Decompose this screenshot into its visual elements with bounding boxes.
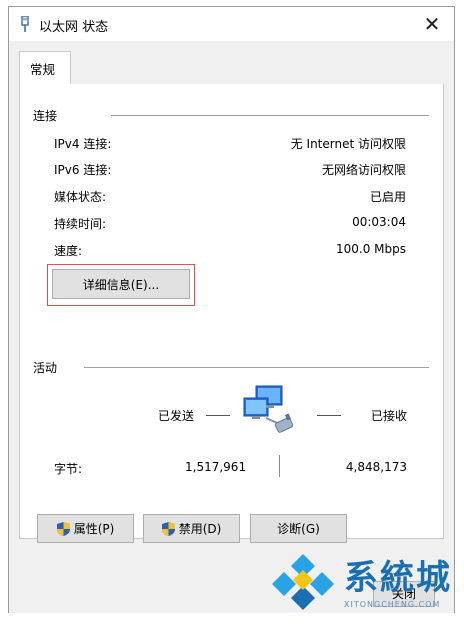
close-icon[interactable]: ✕ xyxy=(420,12,444,36)
window-title: 以太网 状态 xyxy=(39,20,109,35)
connection-divider xyxy=(111,115,429,116)
media-state-value: 已启用 xyxy=(369,190,406,204)
sent-label: 已发送 xyxy=(158,409,195,423)
shield-icon xyxy=(161,521,175,536)
tab-strip: 常规 xyxy=(9,41,454,86)
bytes-sent-value: 1,517,961 xyxy=(185,460,247,474)
watermark: 系統城 XITONGCHENG.COM xyxy=(270,548,460,618)
ipv6-value: 无网络访问权限 xyxy=(321,163,406,177)
ipv6-label: IPv6 连接: xyxy=(54,163,112,177)
diagnose-button[interactable]: 诊断(G) xyxy=(250,514,347,543)
bytes-label: 字节: xyxy=(54,462,83,476)
details-button[interactable]: 详细信息(E)... xyxy=(52,269,190,299)
watermark-logo-icon xyxy=(272,554,334,610)
speed-value: 100.0 Mbps xyxy=(335,242,406,256)
activity-divider xyxy=(84,367,429,368)
general-panel: 连接 IPv4 连接: 无 Internet 访问权限 IPv6 连接: 无网络… xyxy=(19,84,444,543)
properties-button[interactable]: 属性(P) xyxy=(37,514,134,543)
bytes-received-value: 4,848,173 xyxy=(345,460,407,474)
tab-general[interactable]: 常规 xyxy=(19,51,71,86)
media-state-label: 媒体状态: xyxy=(54,190,107,204)
connection-group-title: 连接 xyxy=(33,109,58,123)
status-dialog: 以太网 状态 ✕ 常规 连接 IPv4 连接: 无 Internet 访问权限 … xyxy=(8,6,455,613)
shield-icon xyxy=(56,521,70,536)
received-label: 已接收 xyxy=(370,409,407,423)
watermark-url: XITONGCHENG.COM xyxy=(344,600,441,609)
bytes-separator xyxy=(279,455,280,477)
duration-value: 00:03:04 xyxy=(352,215,406,229)
properties-button-label: 属性(P) xyxy=(73,522,115,536)
disable-button-label: 禁用(D) xyxy=(178,522,222,536)
ipv4-label: IPv4 连接: xyxy=(54,137,112,151)
received-line xyxy=(317,415,341,416)
ethernet-icon xyxy=(21,16,29,32)
dialog-content: 连接 IPv4 连接: 无 Internet 访问权限 IPv6 连接: 无网络… xyxy=(9,84,454,613)
speed-label: 速度: xyxy=(54,244,83,258)
title-bar: 以太网 状态 ✕ xyxy=(9,7,454,41)
watermark-text: 系統城 xyxy=(344,558,452,598)
sent-line xyxy=(206,415,230,416)
disable-button[interactable]: 禁用(D) xyxy=(143,514,240,543)
duration-label: 持续时间: xyxy=(54,217,107,231)
activity-group-title: 活动 xyxy=(33,361,58,375)
ipv4-value: 无 Internet 访问权限 xyxy=(290,137,406,151)
network-computers-icon xyxy=(243,385,294,433)
